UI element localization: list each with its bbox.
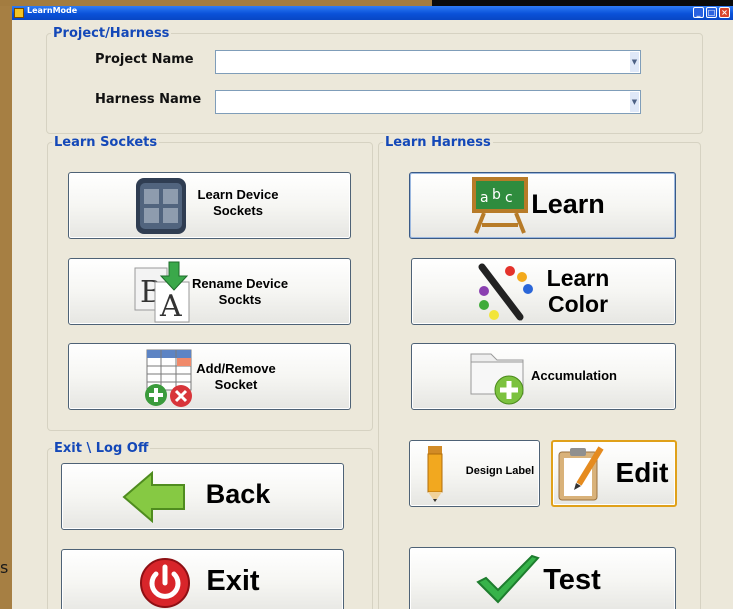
color-pencil-icon — [478, 263, 533, 321]
accumulation-label: Accumulation — [531, 368, 617, 383]
device-grid-icon — [136, 178, 186, 234]
accumulation-button[interactable]: Accumulation — [411, 343, 676, 410]
pencil-icon — [427, 446, 443, 502]
form-client-area: Project/Harness Project Name ▼ Harness N… — [12, 20, 733, 609]
green-check-icon — [476, 554, 540, 604]
window-title: LearnMode — [27, 6, 78, 15]
learn-label: Learn — [531, 189, 605, 219]
test-label: Test — [543, 564, 601, 596]
svg-text:c: c — [505, 190, 513, 206]
minimize-button[interactable]: _ — [693, 7, 704, 18]
add-remove-socket-label: Add/Remove Socket — [196, 361, 276, 392]
svg-text:A: A — [159, 289, 182, 324]
add-remove-socket-button[interactable]: Add/Remove Socket — [68, 343, 351, 410]
desktop-text: s — [0, 558, 9, 577]
app-icon — [14, 8, 24, 18]
rename-device-sockets-button[interactable]: B A Rename Device Sockts — [68, 258, 351, 325]
design-label-label: Design Label — [465, 465, 535, 477]
exit-button[interactable]: Exit — [61, 549, 344, 609]
back-button[interactable]: Back — [61, 463, 344, 530]
project-name-label: Project Name — [95, 52, 194, 67]
learn-device-sockets-label: Learn Device Sockets — [197, 187, 279, 218]
exit-logoff-legend: Exit \ Log Off — [54, 441, 149, 456]
learn-color-button[interactable]: Learn Color — [411, 258, 676, 325]
learnmode-window: LearnMode _ □ × Project/Harness Project … — [12, 6, 733, 609]
svg-text:b: b — [492, 187, 501, 203]
title-bar[interactable]: LearnMode _ □ × — [12, 6, 733, 20]
folder-add-icon — [470, 353, 524, 405]
edit-label: Edit — [615, 457, 669, 488]
exit-label: Exit — [206, 565, 260, 597]
learn-color-label: Learn Color — [546, 265, 610, 318]
learn-device-sockets-button[interactable]: Learn Device Sockets — [68, 172, 351, 239]
restore-button[interactable]: □ — [706, 7, 717, 18]
back-label: Back — [205, 479, 271, 509]
project-harness-group: Project/Harness — [46, 26, 703, 134]
project-name-combobox[interactable]: ▼ — [215, 50, 641, 74]
svg-text:a: a — [480, 190, 489, 206]
test-button[interactable]: Test — [409, 547, 676, 609]
close-button[interactable]: × — [719, 7, 730, 18]
red-power-icon — [140, 558, 190, 608]
green-back-arrow-icon — [122, 471, 185, 523]
rename-device-sockets-label: Rename Device Sockts — [191, 276, 289, 307]
harness-name-combobox[interactable]: ▼ — [215, 90, 641, 114]
project-harness-legend: Project/Harness — [53, 26, 170, 41]
clipboard-edit-icon — [558, 446, 604, 501]
harness-name-label: Harness Name — [95, 92, 202, 107]
learn-harness-legend: Learn Harness — [385, 135, 491, 150]
chevron-down-icon[interactable]: ▼ — [630, 92, 639, 112]
chevron-down-icon[interactable]: ▼ — [630, 52, 639, 72]
design-label-button[interactable]: Design Label — [409, 440, 540, 507]
abc-chalkboard-icon: a b c — [472, 177, 528, 234]
edit-button[interactable]: Edit — [551, 440, 677, 507]
learn-sockets-legend: Learn Sockets — [54, 135, 158, 150]
learn-button[interactable]: a b c Learn — [409, 172, 676, 239]
